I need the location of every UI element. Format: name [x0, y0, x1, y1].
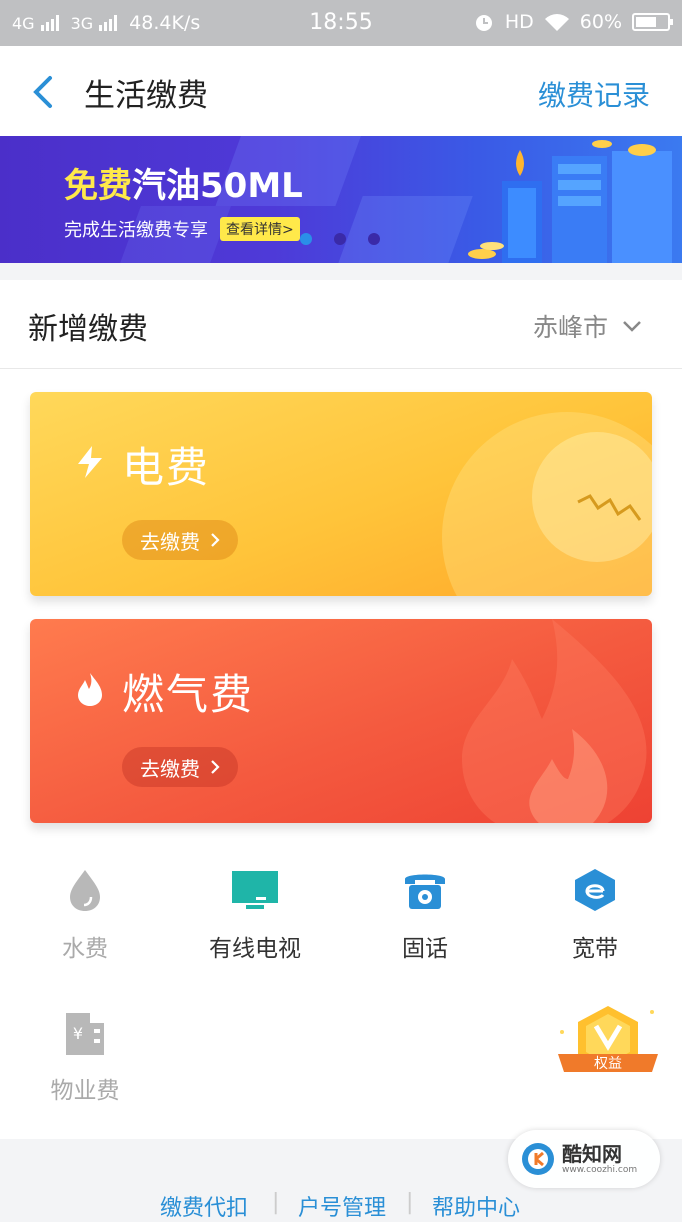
alarm-icon [475, 15, 492, 31]
flame-icon [78, 673, 102, 706]
watermark-name: 酷知网 [562, 1142, 622, 1166]
gas-title: 燃气费 [122, 670, 255, 719]
banner-subtitle: 完成生活缴费专享 查看详情> [64, 216, 300, 242]
carousel-dot[interactable] [334, 233, 346, 245]
zigzag-decoration [577, 494, 642, 521]
footer-divider: | [272, 1190, 280, 1215]
footer-links: 缴费代扣 | 户号管理 | 帮助中心 [0, 1190, 682, 1222]
page-title: 生活缴费 [84, 78, 208, 114]
promo-banner[interactable]: 免费汽油50ML 完成生活缴费专享 查看详情> [0, 136, 682, 263]
flame-decoration [462, 619, 647, 823]
banner-details-button[interactable]: 查看详情> [220, 217, 300, 241]
footer-divider: | [406, 1190, 414, 1215]
chevron-right-icon [211, 760, 220, 774]
gas-pay-button[interactable]: 去缴费 [122, 747, 238, 787]
wifi-icon [544, 14, 569, 31]
watermark-url: www.coozhi.com [562, 1165, 638, 1175]
footer-link-account[interactable]: 户号管理 [298, 1190, 386, 1222]
status-bar: 4G 3G 48.4K/s 18:55 HD 60% [0, 0, 682, 46]
chevron-down-icon [623, 321, 641, 332]
carousel-dot[interactable] [368, 233, 380, 245]
water-drop-icon [70, 870, 100, 911]
telephone-icon [405, 874, 445, 909]
property-building-icon: ¥ [66, 1013, 104, 1055]
banner-title: 免费汽油50ML [64, 166, 303, 206]
gas-card[interactable]: 燃气费 去缴费 [30, 619, 652, 823]
electricity-title: 电费 [122, 443, 211, 492]
chevron-right-icon [211, 533, 220, 547]
tv-icon [232, 871, 278, 909]
electricity-pay-button[interactable]: 去缴费 [122, 520, 238, 560]
nav-bar: 生活缴费 缴费记录 [0, 46, 682, 136]
city-name: 赤峰市 [532, 313, 608, 342]
battery-percent: 60% [579, 11, 622, 33]
coozhi-watermark: 酷知网 www.coozhi.com [508, 1130, 660, 1188]
svg-text:¥: ¥ [73, 1024, 83, 1043]
city-selector[interactable]: 赤峰市 [533, 308, 642, 344]
service-cable-tv[interactable]: 有线电视 [170, 867, 340, 963]
footer-link-help[interactable]: 帮助中心 [432, 1190, 520, 1222]
battery-icon [632, 13, 673, 31]
broadband-e-icon [575, 869, 615, 911]
back-arrow-icon[interactable] [28, 72, 58, 112]
coozhi-logo-icon [522, 1143, 554, 1175]
lightning-icon [78, 446, 102, 478]
service-water[interactable]: 水费 [0, 867, 170, 963]
electricity-card[interactable]: 电费 去缴费 [30, 392, 652, 596]
footer-link-autopay[interactable]: 缴费代扣 [160, 1190, 248, 1222]
payment-record-link[interactable]: 缴费记录 [538, 74, 650, 114]
banner-decoration [337, 196, 473, 263]
vip-badge-label: 权益 [594, 1056, 622, 1072]
hd-indicator: HD [504, 11, 534, 33]
service-broadband[interactable]: 宽带 [510, 867, 680, 963]
service-landline[interactable]: 固话 [340, 867, 510, 963]
carousel-dot-active[interactable] [300, 233, 312, 245]
vip-rights-badge[interactable]: 权益 [556, 1002, 660, 1090]
section-title: 新增缴费 [28, 312, 148, 347]
city-illustration [468, 140, 672, 263]
service-property[interactable]: ¥ 物业费 [0, 1009, 170, 1105]
new-payment-header: 新增缴费 赤峰市 [0, 280, 682, 369]
